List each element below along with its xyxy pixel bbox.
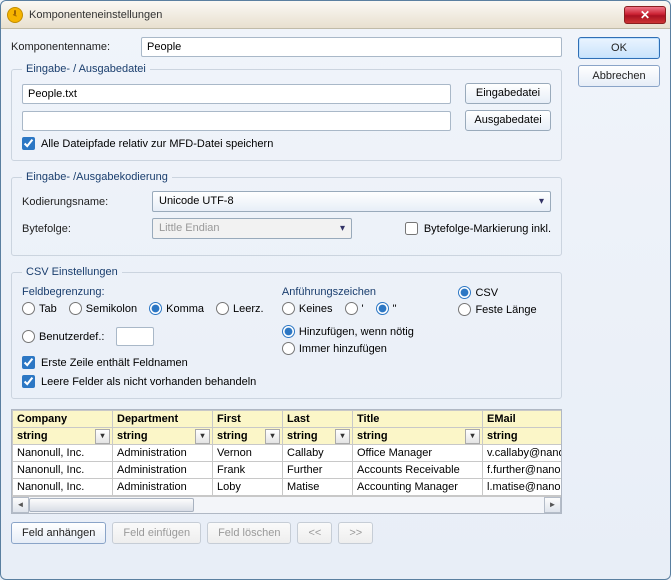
column-header[interactable]: EMail: [483, 411, 563, 428]
table-cell[interactable]: Accounting Manager: [353, 479, 483, 496]
column-type-select[interactable]: string: [113, 428, 213, 445]
relative-paths-input[interactable]: [22, 137, 35, 150]
delimiter-tab[interactable]: Tab: [22, 302, 57, 315]
table-cell[interactable]: Nanonull, Inc.: [13, 445, 113, 462]
encoding-legend: Eingabe- /Ausgabekodierung: [22, 171, 172, 183]
ok-button[interactable]: OK: [578, 37, 660, 59]
table-cell[interactable]: Callaby: [283, 445, 353, 462]
bom-checkbox[interactable]: Bytefolge-Markierung inkl.: [405, 222, 551, 235]
table-cell[interactable]: Nanonull, Inc.: [13, 479, 113, 496]
column-header[interactable]: Department: [113, 411, 213, 428]
delimiter-custom[interactable]: Benutzerdef.:: [22, 330, 104, 343]
relative-paths-checkbox[interactable]: Alle Dateipfade relativ zur MFD-Datei sp…: [22, 137, 551, 150]
table-row[interactable]: Nanonull, Inc.AdministrationLobyMatiseAc…: [13, 479, 563, 496]
cancel-button[interactable]: Abbrechen: [578, 65, 660, 87]
table-cell[interactable]: Loby: [213, 479, 283, 496]
quote-double[interactable]: ": [376, 302, 397, 315]
mode-fixed[interactable]: Feste Länge: [458, 303, 551, 316]
csv-settings-legend: CSV Einstellungen: [22, 266, 122, 278]
table-cell[interactable]: Administration: [113, 462, 213, 479]
table-cell[interactable]: Office Manager: [353, 445, 483, 462]
window-title: Komponenteneinstellungen: [29, 9, 162, 21]
preview-table: CompanyDepartmentFirstLastTitleEMail str…: [11, 409, 562, 514]
bom-input[interactable]: [405, 222, 418, 235]
table-cell[interactable]: Administration: [113, 479, 213, 496]
column-header[interactable]: Company: [13, 411, 113, 428]
quote-none[interactable]: Keines: [282, 302, 333, 315]
relative-paths-label: Alle Dateipfade relativ zur MFD-Datei sp…: [41, 138, 273, 150]
table-cell[interactable]: Nanonull, Inc.: [13, 462, 113, 479]
empty-as-null-checkbox[interactable]: Leere Felder als nicht vorhanden behande…: [22, 375, 272, 388]
encoding-name-label: Kodierungsname:: [22, 196, 144, 208]
quote-when-needed[interactable]: Hinzufügen, wenn nötig: [282, 325, 449, 338]
column-type-select[interactable]: string: [13, 428, 113, 445]
column-type-select[interactable]: string: [283, 428, 353, 445]
byte-order-select: Little Endian: [152, 218, 352, 239]
field-delete-button: Feld löschen: [207, 522, 291, 544]
column-type-select[interactable]: string: [483, 428, 563, 445]
field-prev-button: <<: [297, 522, 332, 544]
io-file-legend: Eingabe- / Ausgabedatei: [22, 63, 150, 75]
table-cell[interactable]: Further: [283, 462, 353, 479]
quote-always[interactable]: Immer hinzufügen: [282, 342, 449, 355]
output-file-button[interactable]: Ausgabedatei: [465, 110, 551, 131]
table-cell[interactable]: l.matise@nanonull.com: [483, 479, 563, 496]
scroll-right-arrow[interactable]: ►: [544, 497, 561, 513]
csv-settings-group: CSV Einstellungen Feldbegrenzung: Tab Se…: [11, 266, 562, 399]
byte-order-label: Bytefolge:: [22, 223, 144, 235]
column-header[interactable]: First: [213, 411, 283, 428]
table-row[interactable]: Nanonull, Inc.AdministrationFrankFurther…: [13, 462, 563, 479]
column-header[interactable]: Last: [283, 411, 353, 428]
output-file-field[interactable]: [22, 111, 451, 131]
table-cell[interactable]: Administration: [113, 445, 213, 462]
scroll-thumb[interactable]: [29, 498, 194, 512]
quotes-title: Anführungszeichen: [282, 286, 449, 298]
table-row[interactable]: Nanonull, Inc.AdministrationVernonCallab…: [13, 445, 563, 462]
scroll-left-arrow[interactable]: ◄: [12, 497, 29, 513]
component-name-label: Komponentenname:: [11, 41, 133, 53]
table-cell[interactable]: f.further@nanonull.com: [483, 462, 563, 479]
encoding-group: Eingabe- /Ausgabekodierung Kodierungsnam…: [11, 171, 562, 256]
quote-single[interactable]: ': [345, 302, 364, 315]
io-file-group: Eingabe- / Ausgabedatei Eingabedatei Aus…: [11, 63, 562, 161]
mode-csv[interactable]: CSV: [458, 286, 551, 299]
delimiter-title: Feldbegrenzung:: [22, 286, 272, 298]
bom-label: Bytefolge-Markierung inkl.: [424, 223, 551, 235]
table-cell[interactable]: Vernon: [213, 445, 283, 462]
column-header[interactable]: Title: [353, 411, 483, 428]
table-cell[interactable]: Frank: [213, 462, 283, 479]
delimiter-space[interactable]: Leerz.: [216, 302, 264, 315]
close-button[interactable]: ✕: [624, 6, 666, 24]
delimiter-comma[interactable]: Komma: [149, 302, 204, 315]
column-type-select[interactable]: string: [213, 428, 283, 445]
field-insert-button: Feld einfügen: [112, 522, 201, 544]
app-icon: [7, 7, 23, 23]
input-file-field[interactable]: [22, 84, 451, 104]
delimiter-custom-field[interactable]: [116, 327, 154, 346]
table-cell[interactable]: Matise: [283, 479, 353, 496]
delimiter-semicolon[interactable]: Semikolon: [69, 302, 137, 315]
field-append-button[interactable]: Feld anhängen: [11, 522, 106, 544]
field-next-button: >>: [338, 522, 373, 544]
horizontal-scrollbar[interactable]: ◄ ►: [12, 496, 561, 513]
table-cell[interactable]: v.callaby@nanonull.com: [483, 445, 563, 462]
column-type-select[interactable]: string: [353, 428, 483, 445]
input-file-button[interactable]: Eingabedatei: [465, 83, 551, 104]
encoding-name-select[interactable]: Unicode UTF-8: [152, 191, 551, 212]
component-name-input[interactable]: [141, 37, 562, 57]
first-row-header-checkbox[interactable]: Erste Zeile enthält Feldnamen: [22, 356, 272, 369]
table-cell[interactable]: Accounts Receivable: [353, 462, 483, 479]
